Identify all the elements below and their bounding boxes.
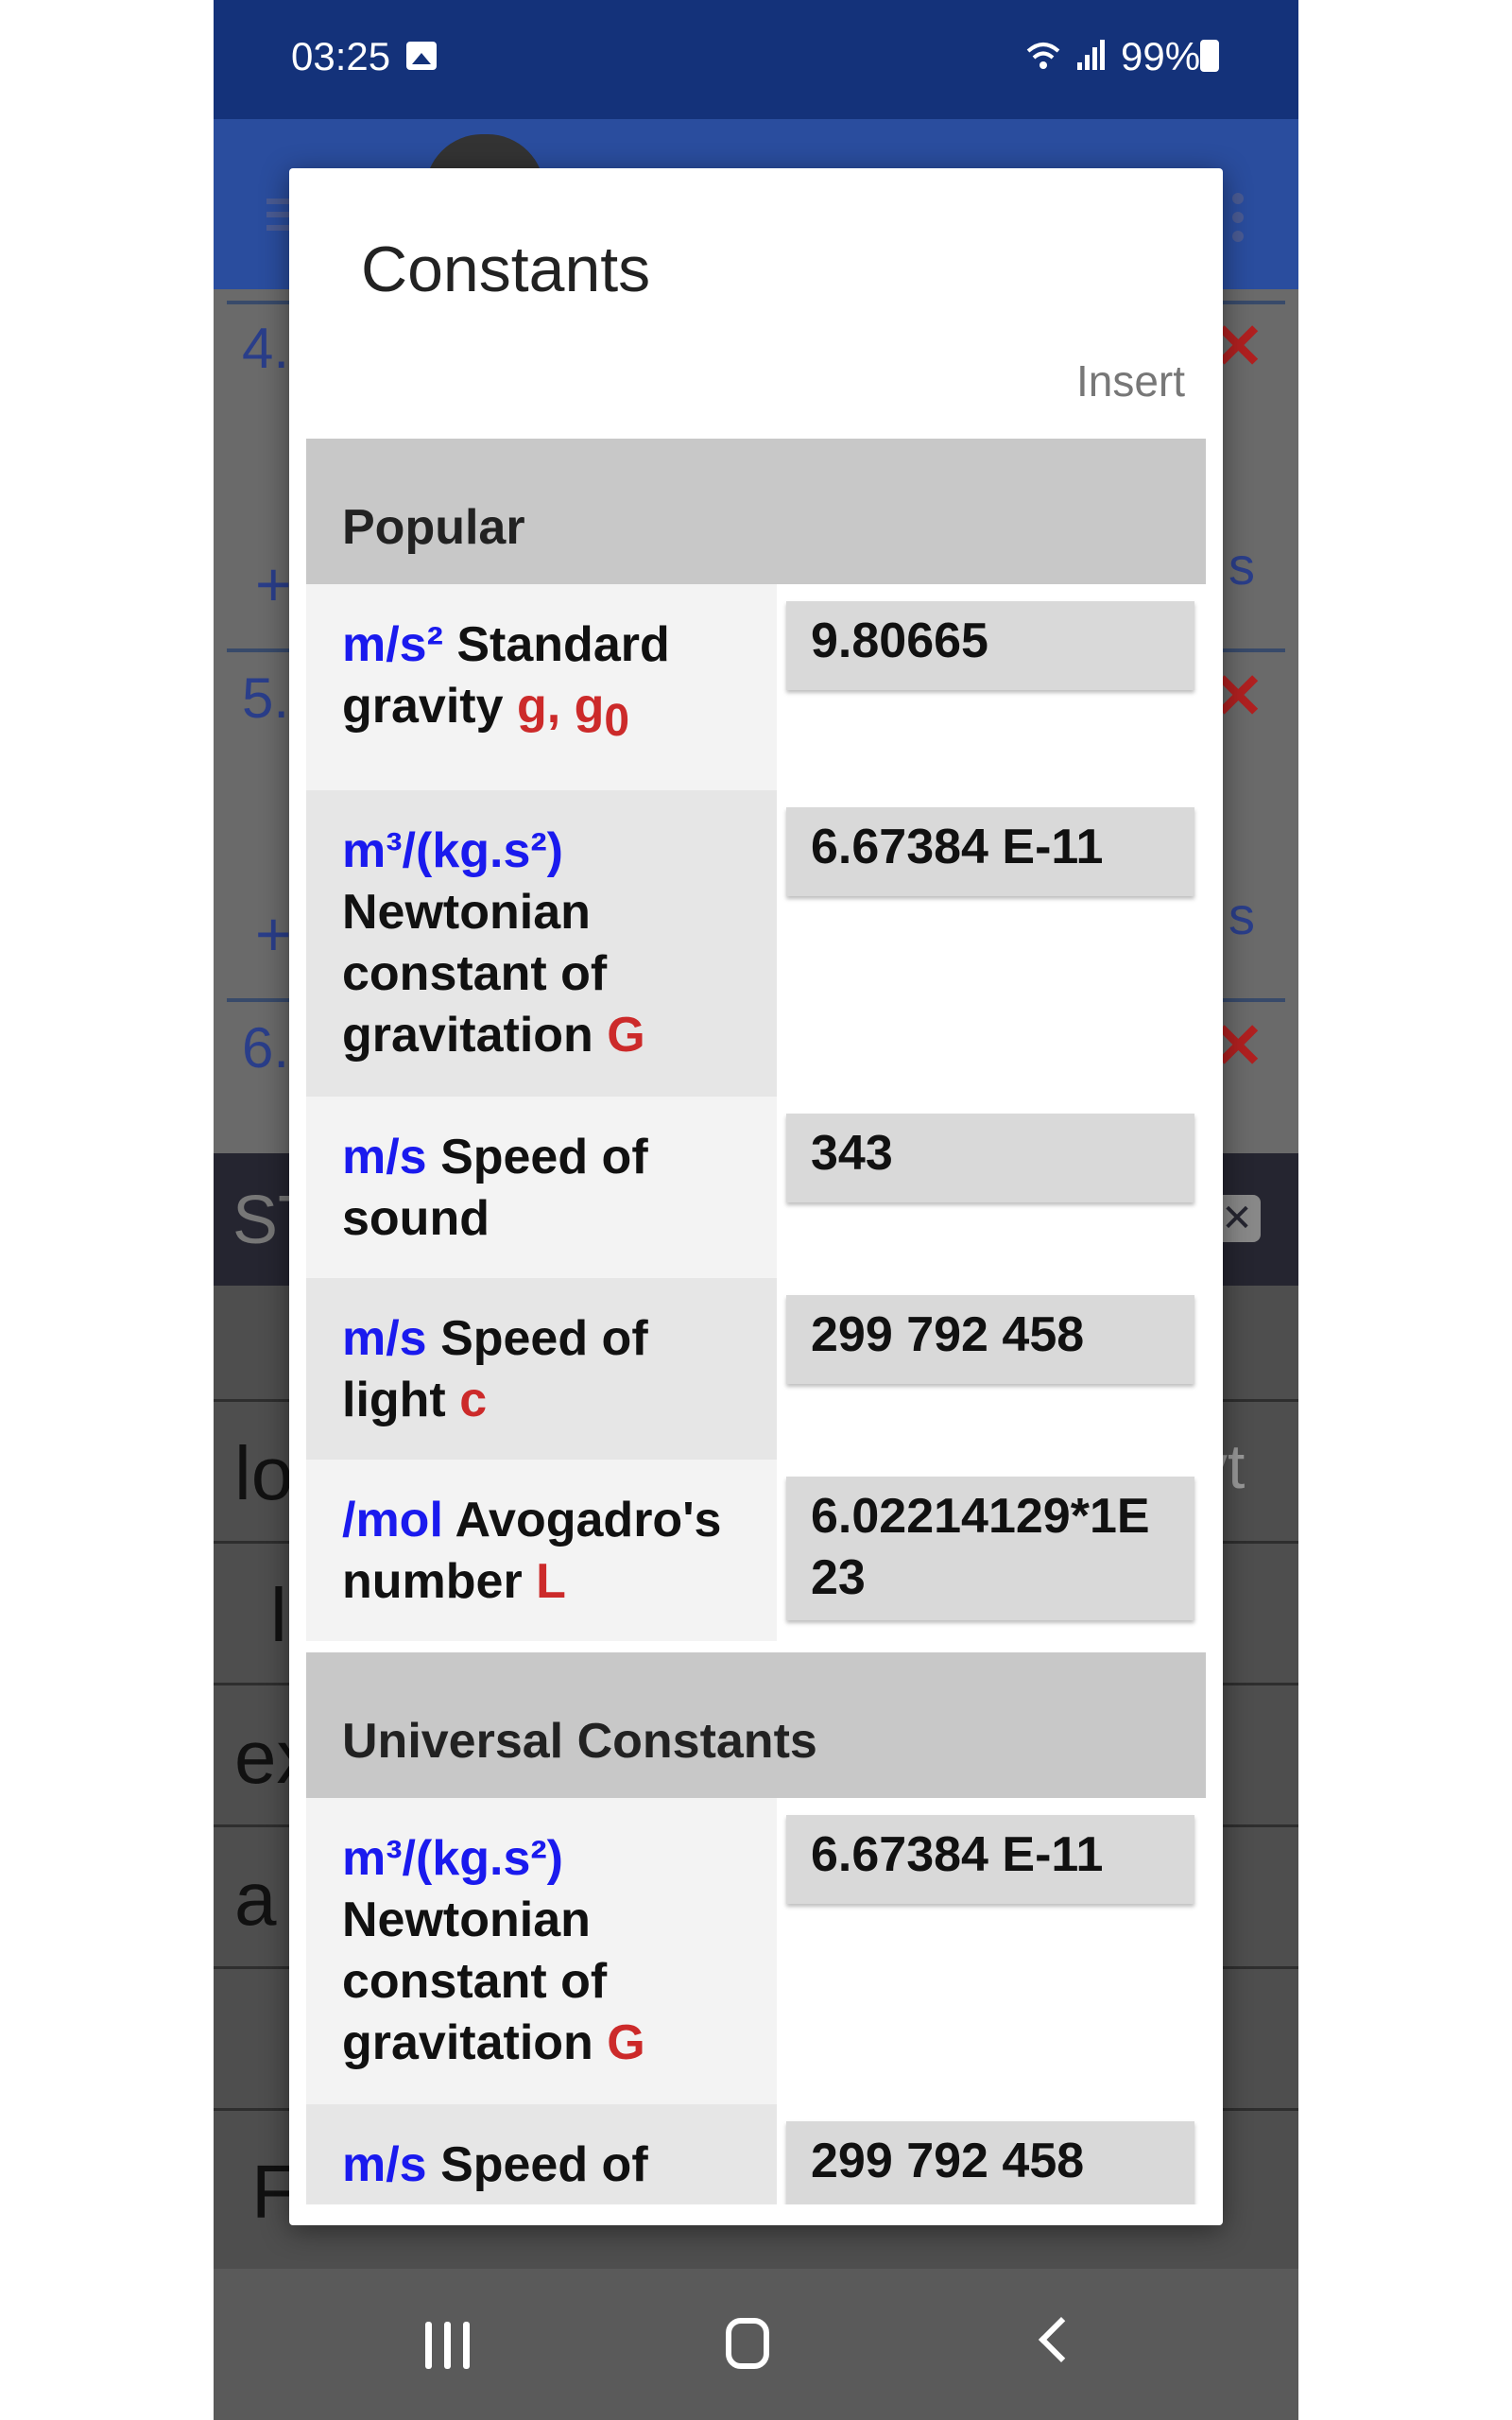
recent-apps-icon[interactable] <box>425 2322 471 2369</box>
constants-list[interactable]: Popular m/s² Standard gravity g, g0 9.80… <box>306 439 1206 2204</box>
constants-dialog: Constants Insert Popular m/s² Standard g… <box>289 168 1223 2225</box>
row-unit: s <box>1228 886 1255 945</box>
more-icon[interactable] <box>1232 193 1244 204</box>
constant-symbol-subscript: 0 <box>604 696 630 746</box>
constant-symbol: c <box>459 1373 488 1427</box>
wifi-icon <box>1026 43 1060 69</box>
constant-value[interactable]: 6.67384 E-11 <box>786 807 1194 896</box>
gallery-icon <box>406 42 437 70</box>
status-bar: 03:25 99% <box>214 0 1298 119</box>
grid-label: lo <box>234 1431 294 1515</box>
plus-icon[interactable]: + <box>255 548 292 620</box>
constant-row[interactable]: m/s Speed of sound 343 <box>306 1097 1206 1278</box>
constant-value[interactable]: 6.02214129*1E23 <box>786 1477 1194 1620</box>
constant-label: m³/(kg.s²) Newtonian constant of gravita… <box>306 790 777 1097</box>
row-number: 4. <box>242 317 290 380</box>
constant-row[interactable]: m/s Speed of light c 299 792 458 <box>306 2104 1206 2204</box>
constant-name: Newtonian constant of gravitation <box>342 1893 608 2070</box>
constant-unit: m/s <box>342 2137 427 2192</box>
section-header: Universal Constants <box>306 1652 1206 1798</box>
status-time: 03:25 <box>291 34 391 78</box>
constant-symbol: g, g0 <box>516 679 630 746</box>
battery-icon <box>1200 40 1219 72</box>
plus-icon[interactable]: + <box>255 898 292 970</box>
constant-row[interactable]: m/s² Standard gravity g, g0 9.80665 <box>306 584 1206 790</box>
constant-unit: m/s <box>342 1311 427 1366</box>
constant-unit: /mol <box>342 1493 443 1547</box>
constant-label: m/s Speed of light c <box>306 2104 777 2204</box>
constant-symbol: G <box>607 1008 645 1063</box>
grid-label: l <box>270 1573 287 1657</box>
home-icon[interactable] <box>726 2318 769 2369</box>
row-unit: s <box>1228 536 1255 596</box>
section-title: Universal Constants <box>342 1714 817 1769</box>
insert-button[interactable]: Insert <box>1076 355 1185 406</box>
constant-label: m/s Speed of light c <box>306 1278 777 1460</box>
constant-name: Newtonian constant of gravitation <box>342 885 608 1063</box>
constant-unit: m/s <box>342 1130 427 1184</box>
constant-row[interactable]: /mol Avogadro's number L 6.02214129*1E23 <box>306 1460 1206 1641</box>
signal-icon <box>1077 40 1105 70</box>
battery-percent: 99% <box>1121 34 1201 78</box>
constant-symbol: L <box>536 1554 566 1609</box>
constant-unit: m³/(kg.s²) <box>342 1831 563 1886</box>
dialog-title: Constants <box>361 233 651 305</box>
constant-value[interactable]: 9.80665 <box>786 601 1194 690</box>
row-number: 5. <box>242 666 290 730</box>
constant-value[interactable]: 299 792 458 <box>786 1295 1194 1384</box>
navigation-bar <box>214 2269 1298 2420</box>
constant-row[interactable]: m/s Speed of light c 299 792 458 <box>306 1278 1206 1460</box>
section-header: Popular <box>306 439 1206 584</box>
constant-label: m/s² Standard gravity g, g0 <box>306 584 777 790</box>
constant-row[interactable]: m³/(kg.s²) Newtonian constant of gravita… <box>306 1798 1206 2104</box>
constant-value[interactable]: 6.67384 E-11 <box>786 1815 1194 1904</box>
back-icon[interactable] <box>1038 2316 1085 2363</box>
constant-label: /mol Avogadro's number L <box>306 1460 777 1641</box>
constant-label: m/s Speed of sound <box>306 1097 777 1278</box>
constant-symbol: c <box>459 2199 487 2204</box>
constant-unit: m³/(kg.s²) <box>342 823 563 878</box>
grid-label: a <box>234 1857 277 1941</box>
constant-value[interactable]: 343 <box>786 1114 1194 1202</box>
constant-unit: m/s² <box>342 617 443 672</box>
constant-row[interactable]: m³/(kg.s²) Newtonian constant of gravita… <box>306 790 1206 1097</box>
section-title: Popular <box>342 500 525 555</box>
constant-label: m³/(kg.s²) Newtonian constant of gravita… <box>306 1798 777 2104</box>
constant-value[interactable]: 299 792 458 <box>786 2121 1194 2204</box>
row-number: 6. <box>242 1016 290 1080</box>
constant-symbol: G <box>607 2015 645 2070</box>
section-gap <box>306 1641 1206 1652</box>
